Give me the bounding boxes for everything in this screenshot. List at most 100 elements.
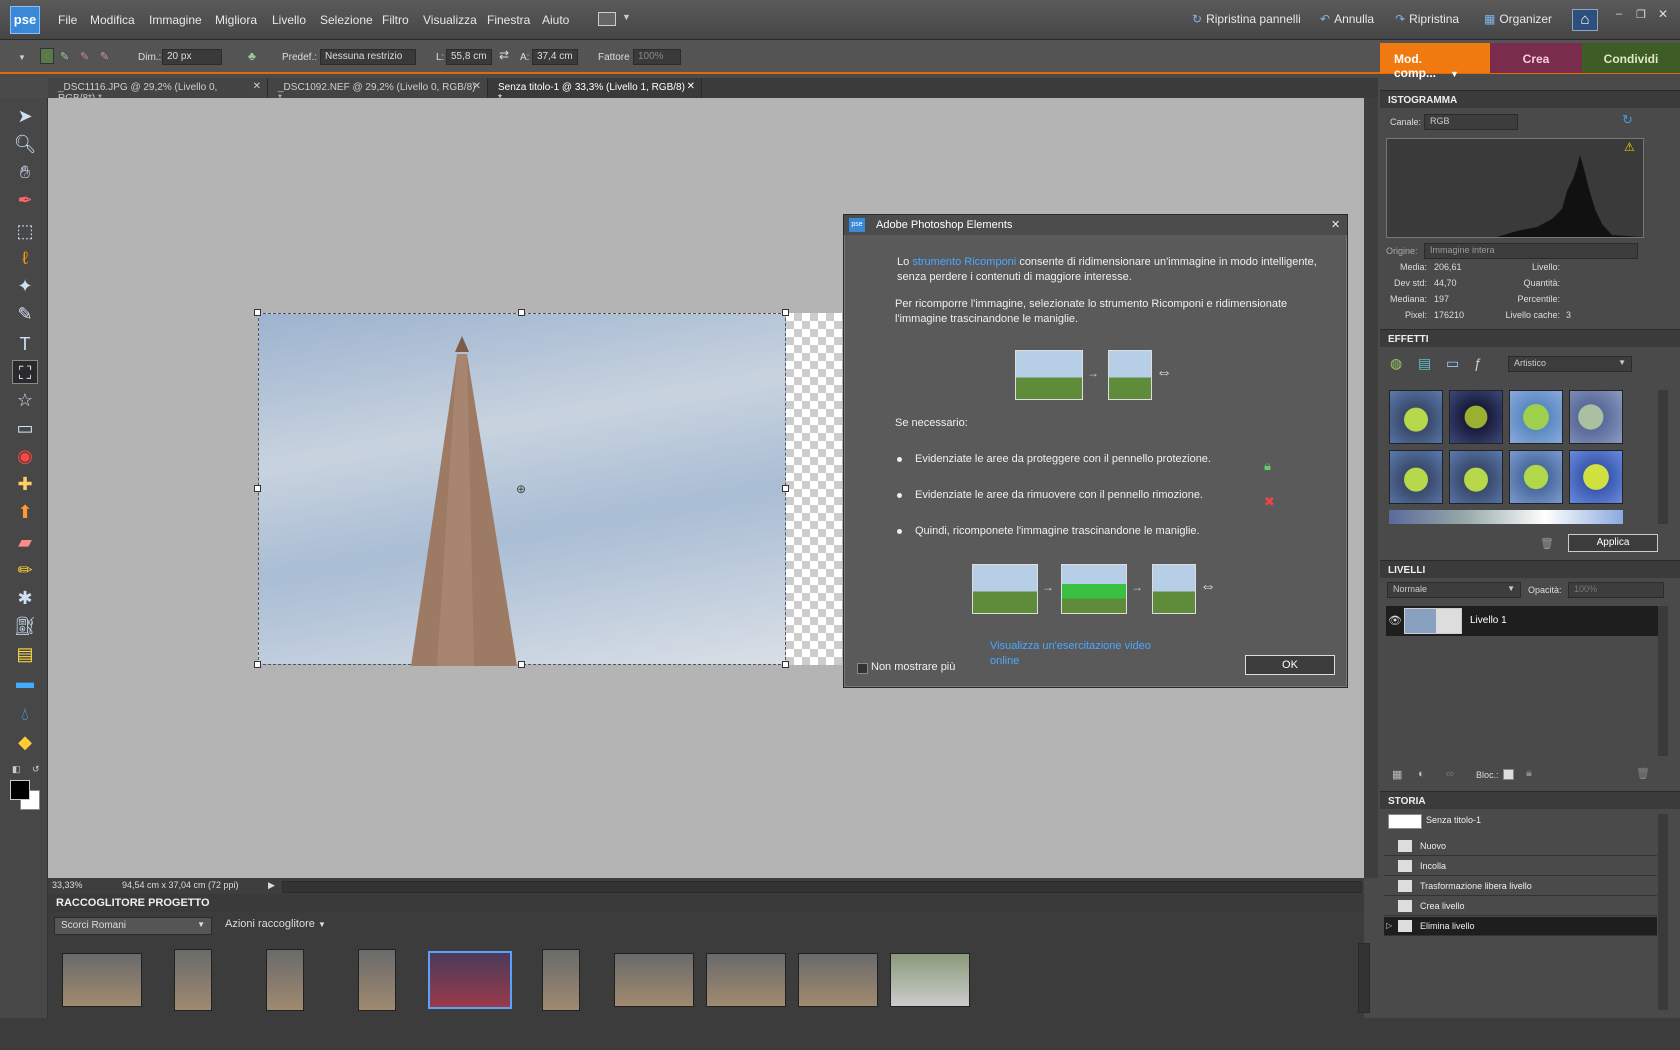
lock-transparency-icon[interactable]: [1503, 769, 1514, 780]
horizontal-scrollbar[interactable]: [282, 881, 1362, 893]
menu-migliora[interactable]: Migliora: [215, 13, 257, 27]
effect-thumbnail[interactable]: [1449, 390, 1503, 444]
ok-button[interactable]: OK: [1245, 655, 1335, 675]
default-colors-icon[interactable]: ◧: [12, 764, 21, 775]
factor-field[interactable]: 100%: [633, 49, 681, 65]
bin-thumbnail-selected[interactable]: [428, 951, 512, 1009]
minimize-icon[interactable]: –: [1616, 8, 1622, 20]
effects-category-select[interactable]: Artistico ▼: [1508, 356, 1632, 372]
transform-handle[interactable]: [254, 309, 261, 316]
zoom-tool-icon[interactable]: 🔍︎: [12, 132, 38, 156]
organizer-button[interactable]: ▦ Organizer: [1484, 12, 1552, 26]
layer-styles-icon[interactable]: ▤: [1418, 355, 1431, 372]
history-item[interactable]: Trasformazione libera livello: [1384, 877, 1657, 896]
history-scrollbar[interactable]: [1658, 814, 1668, 1010]
history-item[interactable]: Nuovo: [1384, 837, 1657, 856]
tab-create[interactable]: Crea: [1490, 43, 1582, 73]
chevron-down-icon[interactable]: ▼: [622, 12, 631, 22]
paint-bucket-tool-icon[interactable]: ⛽︎: [12, 614, 38, 638]
protect-eraser-icon[interactable]: ✎: [60, 50, 74, 63]
tab-edit[interactable]: Mod. comp... ▼: [1380, 43, 1490, 80]
lock-all-icon[interactable]: 🔒︎: [1526, 767, 1532, 780]
bin-thumbnail[interactable]: [266, 949, 304, 1011]
healing-brush-tool-icon[interactable]: ✚: [12, 472, 38, 496]
swap-icon[interactable]: ⇄: [499, 48, 509, 62]
menu-filtro[interactable]: Filtro: [382, 13, 409, 27]
bin-thumbnail[interactable]: [706, 953, 786, 1007]
menu-aiuto[interactable]: Aiuto: [542, 13, 569, 27]
link-icon[interactable]: ∞: [1446, 768, 1454, 780]
magic-wand-tool-icon[interactable]: ✦: [12, 274, 38, 298]
layer-name[interactable]: Livello 1: [1470, 615, 1507, 626]
zoom-level[interactable]: 33,33%: [52, 880, 83, 890]
gradient-tool-icon[interactable]: ▤: [12, 642, 38, 666]
move-tool-icon[interactable]: ➤: [12, 104, 38, 128]
effect-thumbnail[interactable]: [1509, 450, 1563, 504]
history-snapshot[interactable]: Senza titolo-1: [1426, 815, 1481, 825]
bin-scrollbar[interactable]: [1358, 943, 1370, 1013]
bin-thumbnail[interactable]: [174, 949, 212, 1011]
red-eye-tool-icon[interactable]: ◉: [12, 444, 38, 468]
bin-actions-menu[interactable]: Azioni raccoglitore ▼: [225, 918, 326, 930]
opacity-field[interactable]: 100%: [1568, 582, 1664, 598]
album-select[interactable]: Scorci Romani ▼: [54, 917, 212, 935]
bin-thumbnail[interactable]: [62, 953, 142, 1007]
protect-brush-icon[interactable]: [40, 48, 54, 64]
text-tool-icon[interactable]: T: [12, 332, 38, 356]
effect-thumbnail[interactable]: [1389, 450, 1443, 504]
transform-handle[interactable]: [254, 485, 261, 492]
menu-visualizza[interactable]: Visualizza: [423, 13, 477, 27]
blend-mode-select[interactable]: Normale ▼: [1387, 582, 1521, 598]
home-icon[interactable]: ⌂: [1572, 9, 1598, 31]
all-effects-icon[interactable]: ƒ: [1474, 355, 1482, 371]
photo-effects-icon[interactable]: ▭: [1446, 355, 1459, 372]
quick-selection-tool-icon[interactable]: ✎: [12, 302, 38, 326]
doc-tab-3[interactable]: Senza titolo-1 @ 33,3% (Livello 1, RGB/8…: [488, 78, 702, 104]
trash-icon[interactable]: 🗑︎: [1540, 537, 1554, 550]
transform-handle[interactable]: [518, 661, 525, 668]
transform-handle[interactable]: [782, 485, 789, 492]
history-item-selected[interactable]: ▷ Elimina livello: [1384, 917, 1657, 936]
close-icon[interactable]: ✕: [1331, 218, 1340, 231]
height-field[interactable]: 37,4 cm: [532, 49, 578, 65]
highlight-skin-icon[interactable]: ♣: [248, 49, 256, 63]
transform-handle[interactable]: [782, 661, 789, 668]
history-item[interactable]: Crea livello: [1384, 897, 1657, 916]
effect-thumbnail[interactable]: [1449, 450, 1503, 504]
recompose-tool-icon[interactable]: ⛶: [12, 360, 38, 384]
remove-brush-icon[interactable]: ✎: [80, 50, 94, 63]
recompose-tool-link[interactable]: strumento Ricomponi: [912, 256, 1016, 268]
channel-select[interactable]: RGB: [1424, 114, 1518, 130]
filters-icon[interactable]: ◍: [1390, 355, 1402, 372]
dont-show-again-checkbox[interactable]: [857, 663, 868, 674]
swap-colors-icon[interactable]: ↺: [32, 764, 40, 775]
shape-tool-icon[interactable]: ☆: [12, 388, 38, 412]
effect-thumbnail[interactable]: [1509, 390, 1563, 444]
menu-modifica[interactable]: Modifica: [90, 13, 135, 27]
brush-tool-icon[interactable]: ✏: [12, 558, 38, 582]
vertical-scrollbar[interactable]: [1364, 98, 1378, 878]
layout-icon[interactable]: [598, 12, 616, 26]
preset-select[interactable]: Nessuna restrizio: [320, 49, 416, 65]
eye-icon[interactable]: 👁︎: [1388, 614, 1402, 627]
eyedropper-tool-icon[interactable]: ✒: [12, 188, 38, 212]
bin-thumbnail[interactable]: [614, 953, 694, 1007]
bin-thumbnail[interactable]: [798, 953, 878, 1007]
lasso-tool-icon[interactable]: ℓ: [12, 246, 38, 270]
warning-icon[interactable]: ⚠: [1624, 140, 1635, 154]
delete-layer-icon[interactable]: 🗑︎: [1636, 767, 1650, 780]
transform-handle[interactable]: [782, 309, 789, 316]
refresh-icon[interactable]: ↻: [1622, 112, 1633, 128]
effect-thumbnail[interactable]: [1389, 390, 1443, 444]
doc-tab-2[interactable]: _DSC1092.NEF @ 29,2% (Livello 0, RGB/8) …: [268, 78, 488, 104]
foreground-color-swatch[interactable]: [10, 780, 30, 800]
close-icon[interactable]: ✕: [253, 81, 261, 92]
doc-tab-1[interactable]: _DSC1116.JPG @ 29,2% (Livello 0, RGB/8*)…: [48, 78, 268, 104]
close-icon[interactable]: ✕: [687, 81, 695, 92]
reset-panels-button[interactable]: ↻ Ripristina pannelli: [1192, 12, 1301, 26]
smart-brush-tool-icon[interactable]: ✱: [12, 586, 38, 610]
undo-button[interactable]: ↶ Annulla: [1320, 12, 1374, 26]
tab-share[interactable]: Condividi: [1582, 43, 1680, 73]
remove-eraser-icon[interactable]: ✎: [100, 50, 114, 63]
cookie-cutter-tool-icon[interactable]: ▭: [12, 416, 38, 440]
